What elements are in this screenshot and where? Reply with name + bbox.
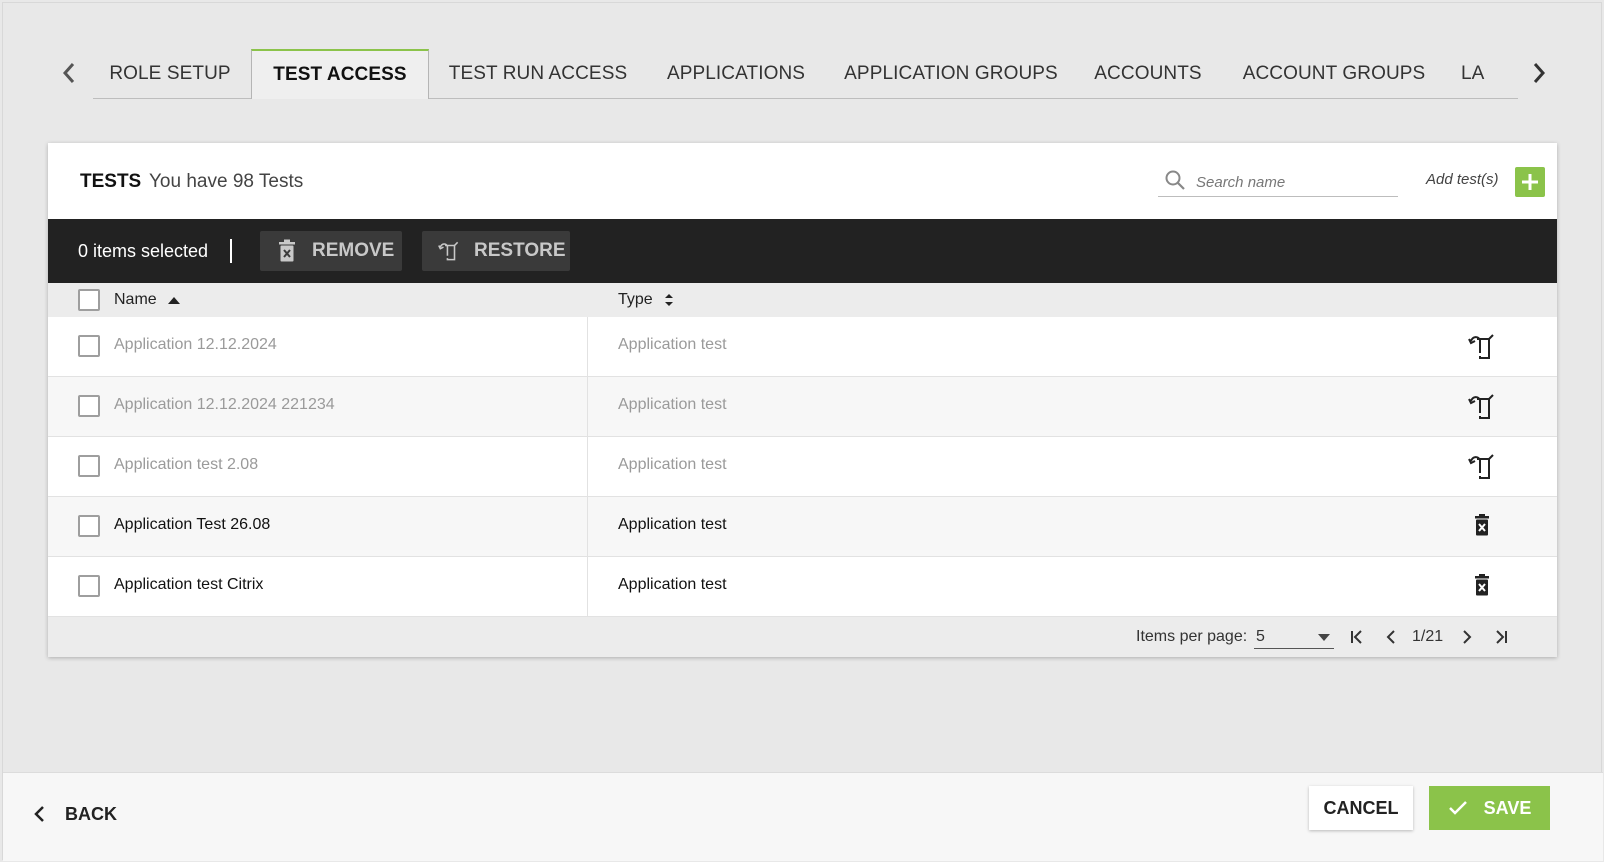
row-type: Application test <box>618 336 727 353</box>
last-page-icon <box>1496 630 1507 644</box>
table-row: Application test 2.08 Application test <box>48 437 1557 497</box>
items-per-page-label: Items per page: <box>1136 628 1248 645</box>
column-header-name[interactable]: Name <box>114 291 181 309</box>
row-name: Application Test 26.08 <box>114 516 271 533</box>
items-per-page-value: 5 <box>1256 628 1265 645</box>
footer-bar: BACK CANCEL SAVE <box>3 772 1603 861</box>
table-row: Application 12.12.2024 Application test <box>48 317 1557 377</box>
row-checkbox[interactable] <box>78 515 100 537</box>
chevron-left-icon <box>34 806 44 822</box>
sort-ascending-icon <box>167 297 180 304</box>
row-type: Application test <box>618 576 727 593</box>
row-type: Application test <box>618 516 727 533</box>
column-divider <box>587 557 588 617</box>
search-input[interactable] <box>1196 171 1391 193</box>
selected-count: 0 items selected <box>78 241 209 261</box>
items-per-page-select[interactable]: 5 <box>1254 625 1334 649</box>
next-page-button[interactable] <box>1456 625 1478 649</box>
row-name: Application test 2.08 <box>114 456 259 473</box>
restore-button[interactable]: RESTORE <box>422 231 570 271</box>
previous-page-button[interactable] <box>1380 625 1402 649</box>
back-label: BACK <box>65 803 117 824</box>
tab-application-groups[interactable]: APPLICATION GROUPS <box>841 49 1061 99</box>
column-divider <box>587 437 588 497</box>
row-checkbox[interactable] <box>78 455 100 477</box>
remove-button[interactable]: REMOVE <box>260 231 402 271</box>
chevron-right-icon <box>1533 63 1546 83</box>
delete-icon[interactable] <box>1468 571 1496 601</box>
table-row: Application test Citrix Application test <box>48 557 1557 617</box>
row-type: Application test <box>618 396 727 413</box>
row-name: Application 12.12.2024 221234 <box>114 396 335 413</box>
plus-icon <box>1522 174 1538 190</box>
save-button[interactable]: SAVE <box>1429 786 1550 830</box>
cancel-button[interactable]: CANCEL <box>1309 786 1413 830</box>
search-icon <box>1165 170 1185 190</box>
column-header-type[interactable]: Type <box>618 291 675 309</box>
tests-card: TESTS You have 98 Tests Add test(s) 0 it… <box>48 143 1557 657</box>
row-checkbox[interactable] <box>78 575 100 597</box>
tab-test-run-access[interactable]: TEST RUN ACCESS <box>441 49 635 99</box>
restore-label: RESTORE <box>474 240 566 261</box>
first-page-button[interactable] <box>1346 625 1368 649</box>
sort-icon <box>664 294 673 306</box>
tab-applications[interactable]: APPLICATIONS <box>657 49 815 99</box>
search-field <box>1158 165 1398 197</box>
tab-account-groups[interactable]: ACCOUNT GROUPS <box>1241 49 1427 99</box>
table-row: Application Test 26.08 Application test <box>48 497 1557 557</box>
restore-icon[interactable] <box>1468 451 1496 481</box>
row-name: Application test Citrix <box>114 576 264 593</box>
back-button[interactable]: BACK <box>33 799 117 829</box>
row-type: Application test <box>618 456 727 473</box>
page-info: 1/21 <box>1412 628 1444 645</box>
first-page-icon <box>1351 630 1362 644</box>
tab-scroll-left-button[interactable] <box>58 59 80 87</box>
remove-label: REMOVE <box>312 240 395 261</box>
table-header: Name Type <box>48 283 1557 317</box>
pagination-bar: Items per page: 5 1/21 <box>48 617 1557 657</box>
dropdown-arrow-icon <box>1318 634 1330 641</box>
tab-partial[interactable]: LA <box>1461 49 1518 99</box>
delete-icon[interactable] <box>1468 511 1496 541</box>
table-row: Application 12.12.2024 221234 Applicatio… <box>48 377 1557 437</box>
tab-bar: ROLE SETUP TEST ACCESS TEST RUN ACCESS A… <box>3 49 1603 157</box>
select-all-checkbox[interactable] <box>78 289 100 311</box>
card-header: TESTS You have 98 Tests Add test(s) <box>48 143 1557 219</box>
checkmark-icon <box>1448 801 1467 815</box>
tab-scroll-right-button[interactable] <box>1528 59 1550 87</box>
column-divider <box>587 497 588 557</box>
row-name: Application 12.12.2024 <box>114 336 277 353</box>
restore-icon <box>438 241 459 261</box>
chevron-left-icon <box>1386 630 1395 644</box>
app-frame: ROLE SETUP TEST ACCESS TEST RUN ACCESS A… <box>2 2 1603 861</box>
last-page-button[interactable] <box>1490 625 1512 649</box>
column-type-label: Type <box>618 291 653 308</box>
column-divider <box>587 317 588 377</box>
bulk-action-bar: 0 items selected REMOVE RESTORE <box>48 219 1557 283</box>
restore-icon[interactable] <box>1468 331 1496 361</box>
column-divider <box>587 377 588 437</box>
add-tests-label: Add test(s) <box>1426 171 1499 188</box>
tests-count-text: You have 98 Tests <box>149 171 304 192</box>
save-label: SAVE <box>1483 797 1532 818</box>
action-divider <box>230 239 232 263</box>
tab-test-access[interactable]: TEST ACCESS <box>251 49 429 99</box>
add-tests-button[interactable] <box>1515 167 1545 197</box>
row-checkbox[interactable] <box>78 335 100 357</box>
tab-strip: ROLE SETUP TEST ACCESS TEST RUN ACCESS A… <box>93 49 1518 99</box>
chevron-left-icon <box>62 63 75 83</box>
tab-accounts[interactable]: ACCOUNTS <box>1089 49 1207 99</box>
chevron-right-icon <box>1463 630 1472 644</box>
restore-icon[interactable] <box>1468 391 1496 421</box>
tab-role-setup[interactable]: ROLE SETUP <box>93 49 247 99</box>
trash-icon <box>279 239 295 262</box>
column-name-label: Name <box>114 291 157 308</box>
card-title: TESTS <box>80 171 142 192</box>
row-checkbox[interactable] <box>78 395 100 417</box>
